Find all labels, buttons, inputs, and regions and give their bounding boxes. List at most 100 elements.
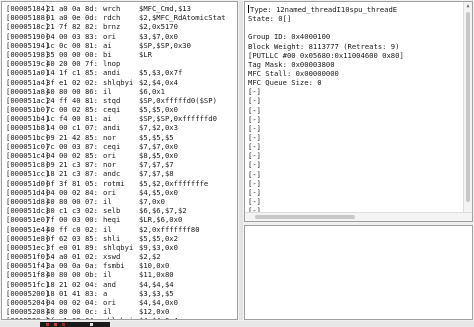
disasm-line[interactable]: [00005190]04 00 03 83: ori $3,$7,0x0: [6, 32, 226, 41]
disasm-mnemonic: selb: [103, 206, 121, 216]
disasm-mnemonic: il: [103, 86, 112, 96]
disasm-line[interactable]: [000051d0]0f 3f 81 05: rotmi $5,$2,0xfffff…: [6, 179, 226, 188]
spu-info-line-text: [-]: [248, 142, 261, 152]
spu-info-line-text: [-]: [248, 178, 261, 188]
spu-info-line: MFC Stall: 0x00000000: [248, 69, 404, 78]
spu-info-line: [PUTLLC #00 0x05680:0x11004600 0x80]: [248, 51, 404, 60]
disasm-line[interactable]: [000051a0]14 1f c1 85: andi $5,$3,0x7f: [6, 68, 226, 77]
disasm-address: [000051d4]: [6, 187, 50, 197]
disasm-line[interactable]: [0000519c]40 20 00 7f: lnop: [6, 59, 226, 68]
disasm-address: [0000518c]: [6, 22, 50, 32]
disasm-address: [00005198]: [6, 49, 50, 59]
disasm-line[interactable]: [000051a8]40 80 00 86: il $6,0x1: [6, 87, 226, 96]
disasm-bytes: 40 80 00 0c:: [46, 307, 98, 317]
spu-info-line-text: Type: 12named_threadI10spu_threadE: [250, 5, 398, 14]
disasm-line[interactable]: [000051e4]40 ff c0 02: il $2,0xfffffff80: [6, 225, 226, 234]
disasm-operands: $4,$4,0x4: [139, 316, 178, 319]
disasm-mnemonic: ceqi: [103, 141, 121, 151]
disassembly-panel[interactable]: [00005184]21 a0 0a 8d: wrch $MFC_Cmd,$13 [0…: [1, 1, 238, 320]
disasm-bytes: 54 a0 01 02:: [46, 252, 98, 262]
disasm-address: [00005200]: [6, 288, 50, 298]
disasm-address: [000051b4]: [6, 114, 50, 124]
disasm-line[interactable]: [000051d4]04 00 02 84: ori $4,$5,0x0: [6, 188, 226, 197]
disasm-operands: $7,$7,$8: [139, 169, 174, 179]
disasm-line[interactable]: [000051fc]18 21 02 04: and $4,$4,$4: [6, 280, 226, 289]
disasm-line[interactable]: [000051e0]7f 00 03 00: heqi $LR,$6,0x0: [6, 215, 226, 224]
disasm-operands: $5,$5,$5: [139, 132, 174, 142]
disasm-operands: $SP,$SP,0xffffffd0: [139, 114, 217, 124]
disasm-bytes: 40 80 00 86:: [46, 86, 98, 96]
disasm-line[interactable]: [000051b8]14 00 c1 07: andi $7,$2,0x3: [6, 123, 226, 132]
disasm-line[interactable]: [000051dc]80 c1 c3 02: selb $6,$6,$7,$2: [6, 206, 226, 215]
info-horizontal-scrollbar[interactable]: [245, 212, 472, 221]
disasm-bytes: 80 c1 c3 02:: [46, 206, 98, 216]
disasm-address: [00005208]: [6, 307, 50, 317]
spu-info-line-text: [-]: [248, 160, 261, 170]
scroll-up-arrow-icon[interactable]: ▲: [464, 2, 472, 11]
disasm-bytes: 04 00 02 04:: [46, 298, 98, 307]
disasm-mnemonic: andi: [103, 123, 121, 133]
info-vertical-scrollbar[interactable]: ▲ ▼: [463, 2, 472, 221]
disasm-line[interactable]: [000051d8]40 80 00 07: il $7,0x0: [6, 197, 226, 206]
disasm-line[interactable]: [000051ec]3f e0 01 89: shlqbyi $9,$3,0x0: [6, 243, 226, 252]
disasm-mnemonic: il: [103, 196, 112, 206]
disasm-line[interactable]: [0000518c]21 7f 82 82: brnz $2,0x5170: [6, 22, 226, 31]
disasm-line[interactable]: [00005208]40 80 00 0c: il $12,0x0: [6, 307, 226, 316]
disasm-operands: $2,$4,0x4: [139, 77, 178, 87]
spu-info-line: [-]: [248, 96, 404, 105]
disasm-operands: $4,$4,$4: [139, 279, 174, 289]
disasm-bytes: 0f 62 03 85:: [46, 233, 98, 243]
disasm-line[interactable]: [00005188]01 a0 0e 0d: rdch $2,$MFC_RdAtom…: [6, 13, 226, 22]
disasm-line[interactable]: [000051cc]18 21 c3 87: andc $7,$7,$8: [6, 169, 226, 178]
panel-splitter[interactable]: [239, 1, 243, 320]
disasm-line[interactable]: [000051c8]09 21 c3 87: nor $7,$7,$7: [6, 160, 226, 169]
disasm-line[interactable]: [000051f8]40 80 00 0b: il $11,0x80: [6, 270, 226, 279]
disasm-bytes: 14 1f c1 85:: [46, 68, 98, 78]
disasm-address: [00005190]: [6, 31, 50, 41]
spu-info-line: [-]: [248, 188, 404, 197]
spu-info-line: Group ID: 0x4000100: [248, 32, 404, 41]
disasm-operands: $7,0x0: [139, 196, 165, 206]
spu-info-line-text: [-]: [248, 96, 261, 106]
disasm-mnemonic: il: [103, 270, 112, 280]
disasm-line[interactable]: [0000520c]3f e1 02 04: shlqbyi$4,$4,0x4: [6, 316, 226, 319]
disasm-operands: $2,$2: [139, 252, 161, 262]
disasm-mnemonic: nor: [103, 132, 116, 142]
disasm-mnemonic: heqi: [103, 215, 121, 225]
spu-info-line: [-]: [248, 87, 404, 96]
disasm-line[interactable]: [000051ac]24 ff 40 81: stqd $SP,0xfffffd0(…: [6, 96, 226, 105]
registers-panel[interactable]: [244, 225, 473, 320]
disasm-address: [000051a0]: [6, 68, 50, 78]
disasm-line[interactable]: [00005200]18 01 41 83: a $3,$3,$5: [6, 289, 226, 298]
disasm-mnemonic: wrch: [103, 4, 121, 13]
disasm-line[interactable]: [000051c0]7c 00 03 87: ceqi $7,$7,0x0: [6, 142, 226, 151]
spu-info-line-text: State: 0[]: [248, 14, 292, 24]
disasm-line[interactable]: [000051f0]54 a0 01 02: xswd $2,$2: [6, 252, 226, 261]
info-hscrollbar-thumb[interactable]: [255, 215, 355, 219]
disasm-line[interactable]: [00005204]04 00 02 04: ori $4,$4,0x0: [6, 298, 226, 307]
disasm-line[interactable]: [00005194]1c 0c 00 81: ai $SP,$SP,0x30: [6, 41, 226, 50]
disasm-line[interactable]: [000051c4]04 00 02 85: ori $8,$5,0x0: [6, 151, 226, 160]
disasm-mnemonic: rotmi: [103, 178, 125, 188]
disasm-line[interactable]: [000051e8]0f 62 03 85: shli $5,$5,0x2: [6, 234, 226, 243]
disasm-address: [000051b0]: [6, 105, 50, 115]
disasm-mnemonic: and: [103, 279, 116, 289]
disasm-operands: $3,$3,$5: [139, 288, 174, 298]
disasm-operands: $5,$2,0xfffffffe: [139, 178, 209, 188]
disasm-mnemonic: nor: [103, 160, 116, 170]
disasm-mnemonic: shlqbyi: [103, 316, 139, 319]
disasm-address: [000051bc]: [6, 132, 50, 142]
disasm-line[interactable]: [000051a4]3f e1 02 02: shlqbyi $2,$4,0x4: [6, 78, 226, 87]
spu-info-panel[interactable]: Type: 12named_threadI10spu_threadE State:…: [244, 1, 473, 222]
spu-info-line-text: [-]: [248, 132, 261, 142]
disasm-line[interactable]: [00005198]35 00 00 00: bi $LR: [6, 50, 226, 59]
disasm-line[interactable]: [000051f4]3a 00 0a 0a: fsmbi $10,0x0: [6, 261, 226, 270]
disasm-line[interactable]: [00005184]21 a0 0a 8d: wrch $MFC_Cmd,$13: [6, 4, 226, 13]
info-scrollbar-thumb[interactable]: [466, 12, 470, 202]
disasm-mnemonic: lnop: [103, 59, 121, 69]
disasm-line[interactable]: [000051bc]09 21 42 85: nor $5,$5,$5: [6, 133, 226, 142]
disasm-line[interactable]: [000051b0]7c 00 02 85: ceqi $5,$5,0x0: [6, 105, 226, 114]
disasm-mnemonic: ori: [103, 31, 116, 41]
disasm-line[interactable]: [000051b4]1c f4 00 81: ai $SP,$SP,0xffffff…: [6, 114, 226, 123]
spu-info-line-text: [-]: [248, 105, 261, 115]
